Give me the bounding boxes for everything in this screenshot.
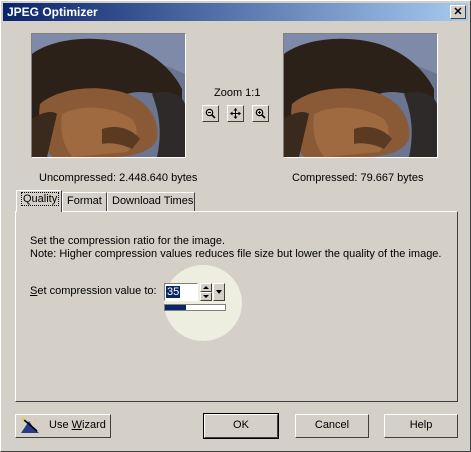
tab-format[interactable]: Format xyxy=(62,192,107,211)
help-label: Help xyxy=(409,419,433,431)
wizard-icon xyxy=(21,417,39,433)
zoom-in-button[interactable] xyxy=(252,105,269,122)
uncompressed-size-label: Uncompressed: 2.448.640 bytes xyxy=(39,172,198,184)
compression-label-text: et compression value to: xyxy=(37,285,157,297)
window-title: JPEG Optimizer xyxy=(7,5,98,19)
title-bar[interactable]: JPEG Optimizer ✕ xyxy=(3,3,468,21)
pan-button[interactable] xyxy=(227,105,244,122)
tab-download-times-label: Download Times xyxy=(112,195,194,207)
tab-quality-label: Quality xyxy=(21,192,60,206)
arrow-up-icon xyxy=(203,286,209,289)
compression-description: Set the compression ratio for the image. xyxy=(30,235,226,247)
highlight-spot xyxy=(164,265,242,341)
use-wizard-label-use: Use xyxy=(49,419,72,431)
cancel-label: Cancel xyxy=(314,419,350,431)
zoom-out-icon xyxy=(205,108,216,119)
help-button[interactable]: Help xyxy=(384,414,458,438)
spin-down-button[interactable] xyxy=(200,292,212,301)
compression-value-input[interactable]: 35 xyxy=(164,283,198,301)
use-wizard-label-rest: izard xyxy=(82,419,106,431)
spin-up-button[interactable] xyxy=(200,283,212,292)
tab-format-label: Format xyxy=(67,195,102,207)
compression-value-label: Set compression value to: xyxy=(30,285,157,297)
ok-button[interactable]: OK xyxy=(203,413,279,439)
use-wizard-button[interactable]: Use Wizard xyxy=(15,414,111,438)
tab-download-times[interactable]: Download Times xyxy=(107,192,195,211)
arrow-down-icon xyxy=(203,295,209,298)
compressed-preview-image[interactable] xyxy=(283,33,438,158)
use-wizard-accel: W xyxy=(71,419,83,431)
cancel-button[interactable]: Cancel xyxy=(295,414,369,438)
close-button[interactable]: ✕ xyxy=(450,5,466,19)
chevron-down-icon xyxy=(216,290,222,294)
compression-slider-fill xyxy=(165,305,186,310)
compression-value-text: 35 xyxy=(166,286,181,298)
ok-label: OK xyxy=(233,419,249,431)
compression-dropdown-button[interactable] xyxy=(213,283,225,301)
compression-note: Note: Higher compression values reduces … xyxy=(30,248,442,260)
close-icon: ✕ xyxy=(453,6,463,18)
use-wizard-label: Use Wizard xyxy=(49,415,106,436)
zoom-label: Zoom 1:1 xyxy=(214,87,261,99)
portrait-photo xyxy=(32,34,185,157)
zoom-in-icon xyxy=(255,108,266,119)
move-icon xyxy=(230,108,241,119)
jpeg-optimizer-dialog: JPEG Optimizer ✕ Uncompressed: 2.448.640… xyxy=(0,0,471,452)
zoom-out-button[interactable] xyxy=(202,105,219,122)
compressed-size-label: Compressed: 79.667 bytes xyxy=(292,172,424,184)
compression-slider[interactable] xyxy=(164,304,226,311)
portrait-photo-compressed xyxy=(284,34,437,157)
tab-quality[interactable]: Quality xyxy=(16,190,62,212)
quality-tab-panel: Set the compression ratio for the image.… xyxy=(15,211,458,402)
uncompressed-preview-image[interactable] xyxy=(31,33,186,158)
